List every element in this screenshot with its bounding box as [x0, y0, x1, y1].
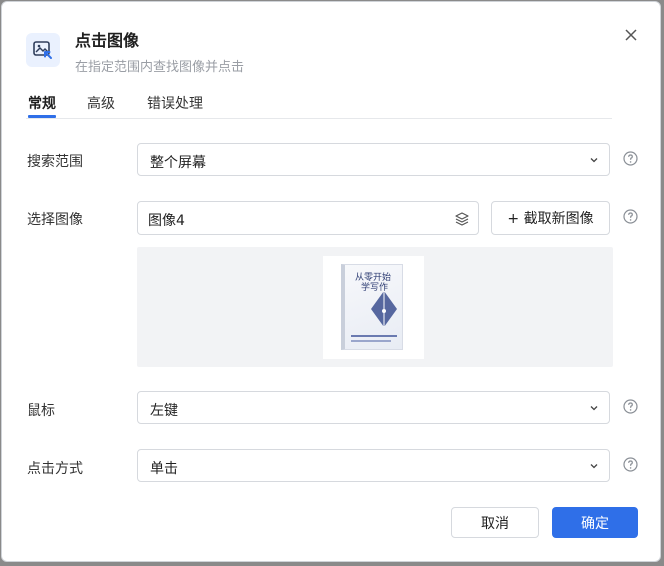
tab-bar: 常规 高级 错误处理 [26, 93, 612, 119]
select-image-label: 选择图像 [27, 212, 83, 228]
image-select-input[interactable]: 图像4 [137, 201, 479, 235]
pen-nib-graphic [371, 291, 397, 327]
chevron-down-icon [590, 158, 598, 163]
help-icon[interactable] [623, 399, 638, 414]
cancel-button[interactable]: 取消 [451, 507, 539, 538]
capture-new-image-button[interactable]: + 截取新图像 [491, 201, 610, 235]
dialog-subtitle: 在指定范围内查找图像并点击 [75, 60, 245, 75]
dialog-title: 点击图像 [75, 31, 140, 50]
active-tab-indicator [28, 115, 56, 118]
search-range-label: 搜索范围 [27, 154, 83, 170]
layers-icon[interactable] [454, 211, 470, 227]
help-icon[interactable] [623, 457, 638, 472]
click-mode-select[interactable]: 单击 [137, 449, 610, 482]
tab-advanced[interactable]: 高级 [87, 93, 115, 113]
tab-general[interactable]: 常规 [28, 93, 56, 113]
book-cover-image: 从零开始 学写作 [341, 264, 403, 350]
close-button[interactable] [621, 25, 641, 45]
search-range-value: 整个屏幕 [150, 155, 206, 171]
image-click-icon [26, 33, 60, 67]
click-image-dialog: 点击图像 在指定范围内查找图像并点击 常规 高级 错误处理 搜索范围 整个屏幕 … [1, 1, 661, 562]
mouse-button-value: 左键 [150, 403, 178, 419]
image-preview-area: 从零开始 学写作 [137, 247, 613, 367]
close-icon [625, 29, 637, 41]
chevron-down-icon [590, 464, 598, 469]
search-range-select[interactable]: 整个屏幕 [137, 143, 610, 176]
mouse-button-select[interactable]: 左键 [137, 391, 610, 424]
tab-error-handling[interactable]: 错误处理 [147, 93, 203, 113]
chevron-down-icon [590, 406, 598, 411]
image-select-value: 图像4 [148, 213, 185, 229]
mouse-label: 鼠标 [27, 403, 55, 419]
click-mode-label: 点击方式 [27, 461, 83, 477]
image-thumbnail: 从零开始 学写作 [323, 256, 424, 359]
confirm-button[interactable]: 确定 [552, 507, 638, 538]
click-mode-value: 单击 [150, 461, 178, 477]
help-icon[interactable] [623, 209, 638, 224]
help-icon[interactable] [623, 151, 638, 166]
